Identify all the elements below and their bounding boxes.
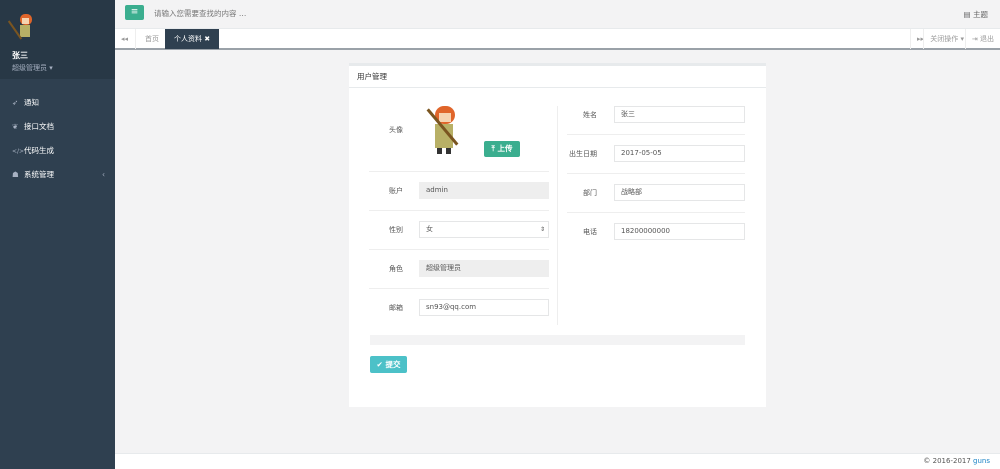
select-arrows-icon: ⇕	[539, 226, 545, 233]
menu-toggle-button[interactable]: ≡	[125, 5, 144, 20]
sidebar-item-notice[interactable]: ➶ 通知	[0, 91, 115, 115]
code-icon: </>	[12, 148, 25, 155]
panel-title: 用户管理	[349, 66, 766, 88]
phone-label: 电话	[583, 228, 597, 236]
avatar-image	[421, 104, 465, 158]
email-field[interactable]: sn93@qq.com	[419, 299, 549, 316]
search-input[interactable]	[154, 9, 454, 18]
user-icon: ☗	[12, 170, 19, 179]
theme-label: 主题	[973, 10, 988, 19]
sex-select[interactable]: 女 ⇕	[419, 221, 549, 238]
upload-button[interactable]: ⤒ 上传	[484, 141, 520, 157]
close-operations-dropdown[interactable]: 关闭操作 ▾	[923, 29, 970, 49]
email-label: 邮箱	[389, 304, 403, 312]
close-ops-label: 关闭操作	[930, 35, 959, 43]
divider-bar	[370, 335, 745, 345]
sex-label: 性别	[389, 226, 403, 234]
sidebar-item-label: 通知	[24, 98, 39, 107]
dept-label: 部门	[583, 189, 597, 197]
scroll-left-button[interactable]: ◂◂	[115, 29, 134, 49]
sidebar-item-codegen[interactable]: </>代码生成	[0, 139, 115, 163]
tab-bar: ◂◂ 首页 个人资料 ✖ ▸▸ 关闭操作 ▾ ⇥ 退出	[115, 29, 1000, 50]
user-role: 超级管理员	[12, 64, 47, 72]
sex-value: 女	[426, 225, 433, 233]
account-label: 账户	[389, 187, 403, 195]
sign-out-icon: ⇥	[971, 35, 978, 43]
footer: © 2016-2017 guns	[115, 453, 1000, 469]
sidebar-item-label: 代码生成	[24, 146, 54, 155]
user-management-panel: 用户管理 头像 ⤒ 上传 账户 admin 性别 女 ⇕ 角色 超级管理员 邮箱 …	[349, 63, 766, 407]
upload-icon: ⤒	[491, 144, 495, 153]
tab-profile[interactable]: 个人资料 ✖	[165, 29, 220, 49]
logout-button[interactable]: ⇥ 退出	[964, 29, 1000, 49]
tab-home[interactable]: 首页	[135, 29, 168, 49]
sidebar-item-system[interactable]: ☗ 系统管理 ‹	[0, 163, 115, 187]
paper-plane-icon: ➶	[12, 98, 19, 107]
name-field[interactable]: 张三	[614, 106, 745, 123]
upload-label: 上传	[497, 144, 513, 153]
sidebar-item-api-docs[interactable]: ❦ 接口文档	[0, 115, 115, 139]
tab-label: 个人资料	[174, 35, 202, 43]
leaf-icon: ❦	[12, 122, 19, 131]
logout-label: 退出	[980, 35, 994, 43]
check-icon: ✔	[376, 360, 383, 369]
dept-field[interactable]: 战略部	[614, 184, 745, 201]
account-field: admin	[419, 182, 549, 199]
submit-button[interactable]: ✔ 提交	[370, 356, 407, 373]
avatar-label: 头像	[389, 126, 403, 134]
theme-button[interactable]: ▤ 主题	[964, 9, 988, 20]
close-icon[interactable]: ✖	[204, 35, 210, 43]
role-field: 超级管理员	[419, 260, 549, 277]
sidebar-item-label: 系统管理	[24, 170, 54, 179]
birthday-label: 出生日期	[569, 150, 597, 158]
birthday-field[interactable]: 2017-05-05	[614, 145, 745, 162]
chevron-left-icon: ‹	[102, 170, 105, 179]
name-label: 姓名	[583, 111, 597, 119]
user-role-dropdown[interactable]: 超级管理员 ▾	[12, 63, 115, 73]
brand-link[interactable]: guns	[973, 457, 990, 465]
avatar[interactable]	[7, 12, 38, 42]
submit-label: 提交	[385, 360, 401, 369]
copyright: © 2016-2017	[923, 457, 974, 465]
phone-field[interactable]: 18200000000	[614, 223, 745, 240]
user-name: 张三	[12, 51, 28, 60]
profile-header: 张三 超级管理员 ▾	[0, 0, 115, 79]
sidebar-item-label: 接口文档	[24, 122, 54, 131]
theme-icon: ▤	[963, 10, 971, 19]
role-label: 角色	[389, 265, 403, 273]
top-navbar: ≡ ▤ 主题	[115, 0, 1000, 29]
sidebar: 张三 超级管理员 ▾ ➶ 通知 ❦ 接口文档 </>代码生成 ☗ 系统管理 ‹	[0, 0, 115, 469]
